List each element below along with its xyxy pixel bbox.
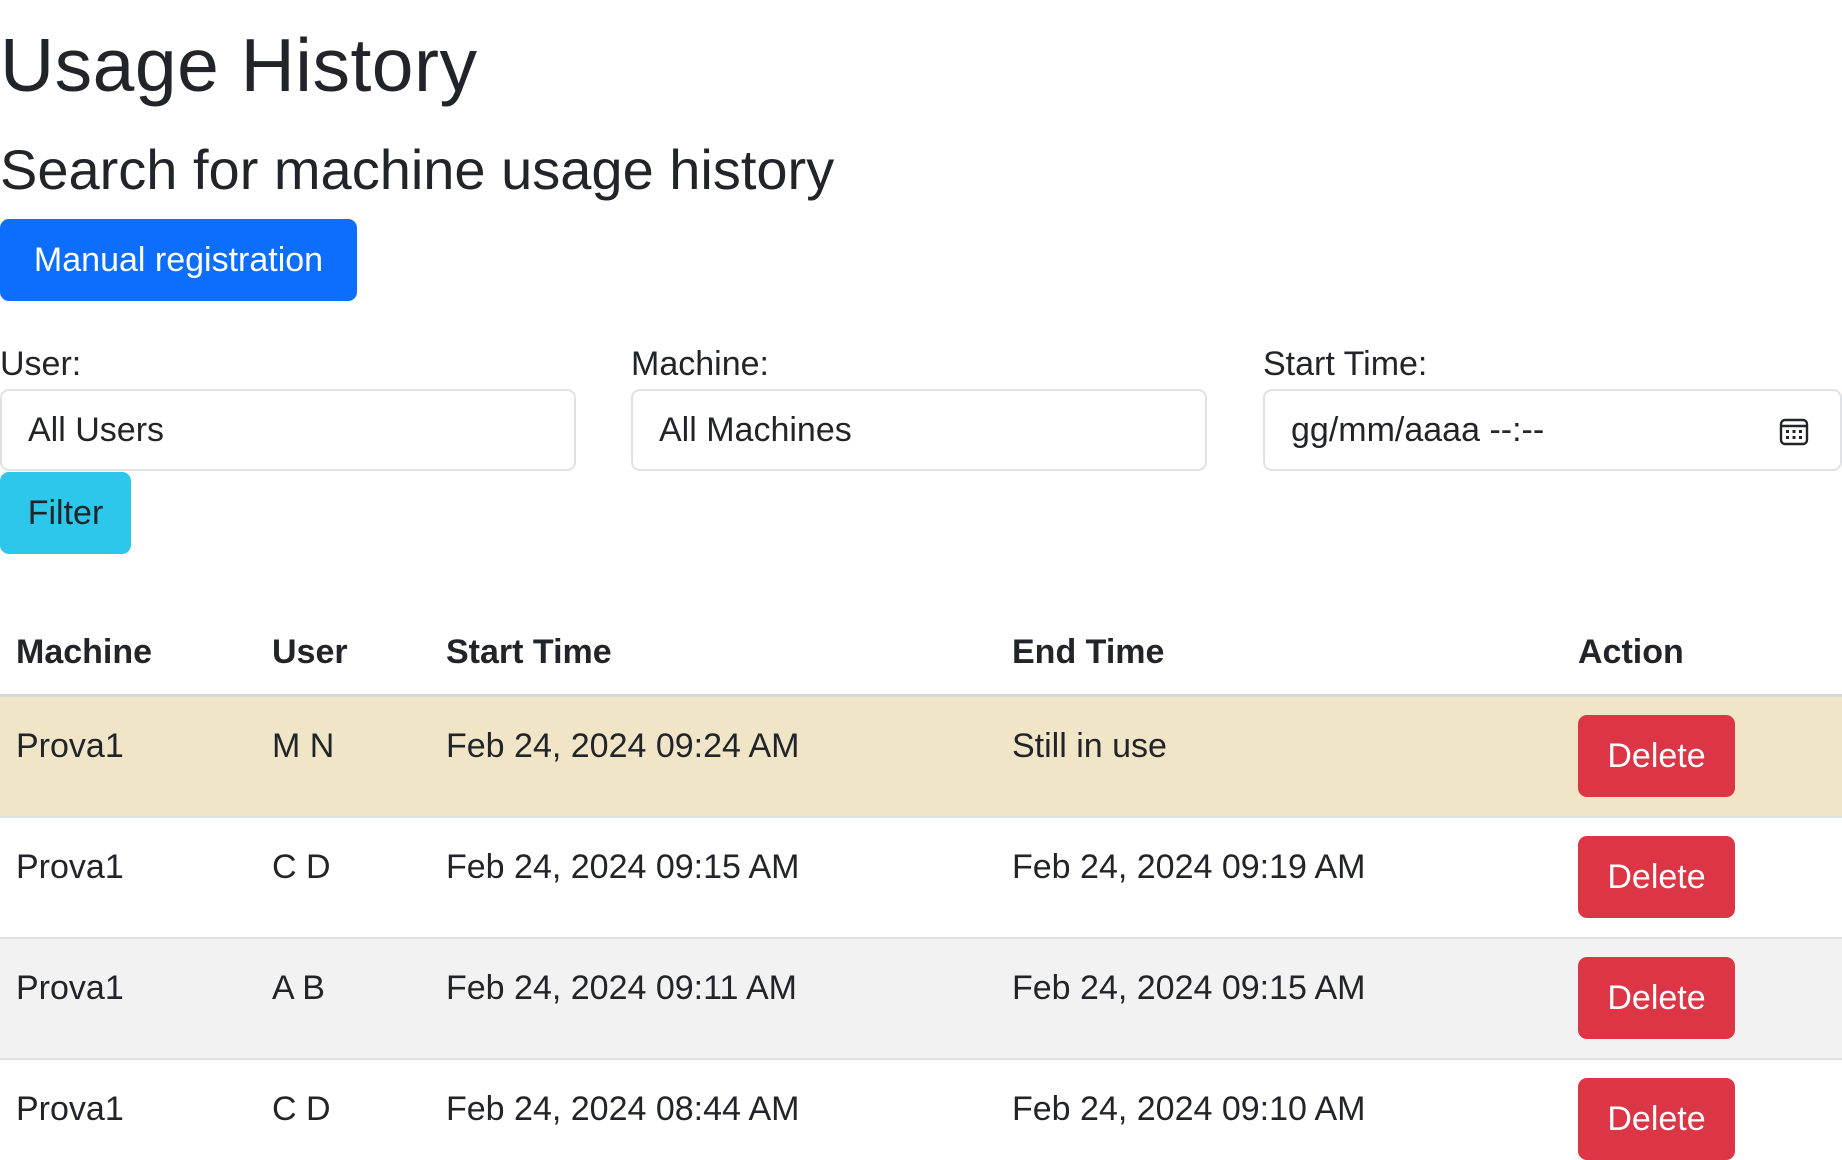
machine-select[interactable]: All Machines (631, 389, 1207, 471)
cell-machine: Prova1 (0, 817, 256, 939)
cell-start-time: Feb 24, 2024 09:15 AM (430, 817, 996, 939)
cell-action: Delete (1562, 695, 1842, 818)
manual-registration-button[interactable]: Manual registration (0, 219, 357, 301)
machine-select-value: All Machines (659, 411, 852, 449)
usage-history-page: Usage History Search for machine usage h… (0, 0, 1842, 1160)
column-header-user: User (256, 610, 430, 697)
cell-user: M N (256, 695, 430, 818)
calendar-icon[interactable] (1778, 415, 1810, 447)
start-time-input[interactable]: gg/mm/aaaa --:-- (1263, 389, 1842, 471)
cell-start-time: Feb 24, 2024 09:24 AM (430, 695, 996, 818)
machine-filter-label: Machine: (631, 345, 769, 383)
cell-start-time: Feb 24, 2024 09:11 AM (430, 938, 996, 1060)
cell-machine: Prova1 (0, 1059, 256, 1160)
table-row: Prova1 M N Feb 24, 2024 09:24 AM Still i… (0, 695, 1842, 818)
cell-start-time: Feb 24, 2024 08:44 AM (430, 1059, 996, 1160)
column-header-action: Action (1562, 610, 1842, 697)
user-filter-label: User: (0, 345, 82, 383)
user-select[interactable]: All Users (0, 389, 576, 471)
cell-user: C D (256, 817, 430, 939)
cell-action: Delete (1562, 938, 1842, 1060)
delete-button[interactable]: Delete (1578, 957, 1735, 1039)
cell-user: C D (256, 1059, 430, 1160)
column-header-machine: Machine (0, 610, 256, 697)
table-row: Prova1 C D Feb 24, 2024 09:15 AM Feb 24,… (0, 817, 1842, 939)
cell-end-time: Feb 24, 2024 09:19 AM (996, 817, 1562, 939)
cell-action: Delete (1562, 1059, 1842, 1160)
delete-button[interactable]: Delete (1578, 1078, 1735, 1160)
page-title: Usage History (0, 23, 478, 107)
cell-end-time: Feb 24, 2024 09:10 AM (996, 1059, 1562, 1160)
start-time-placeholder: gg/mm/aaaa --:-- (1291, 411, 1545, 449)
table-row: Prova1 A B Feb 24, 2024 09:11 AM Feb 24,… (0, 938, 1842, 1060)
table-header-row: Machine User Start Time End Time Action (0, 610, 1842, 697)
cell-machine: Prova1 (0, 938, 256, 1060)
filter-button[interactable]: Filter (0, 472, 131, 554)
delete-button[interactable]: Delete (1578, 715, 1735, 797)
usage-history-table: Machine User Start Time End Time Action … (0, 610, 1842, 1160)
table-row: Prova1 C D Feb 24, 2024 08:44 AM Feb 24,… (0, 1059, 1842, 1160)
column-header-start-time: Start Time (430, 610, 996, 697)
cell-user: A B (256, 938, 430, 1060)
cell-action: Delete (1562, 817, 1842, 939)
cell-machine: Prova1 (0, 695, 256, 818)
user-select-value: All Users (28, 411, 165, 449)
delete-button[interactable]: Delete (1578, 836, 1735, 918)
column-header-end-time: End Time (996, 610, 1562, 697)
page-subtitle: Search for machine usage history (0, 138, 835, 201)
cell-end-time: Feb 24, 2024 09:15 AM (996, 938, 1562, 1060)
start-time-filter-label: Start Time: (1263, 345, 1428, 383)
cell-end-time: Still in use (996, 695, 1562, 818)
